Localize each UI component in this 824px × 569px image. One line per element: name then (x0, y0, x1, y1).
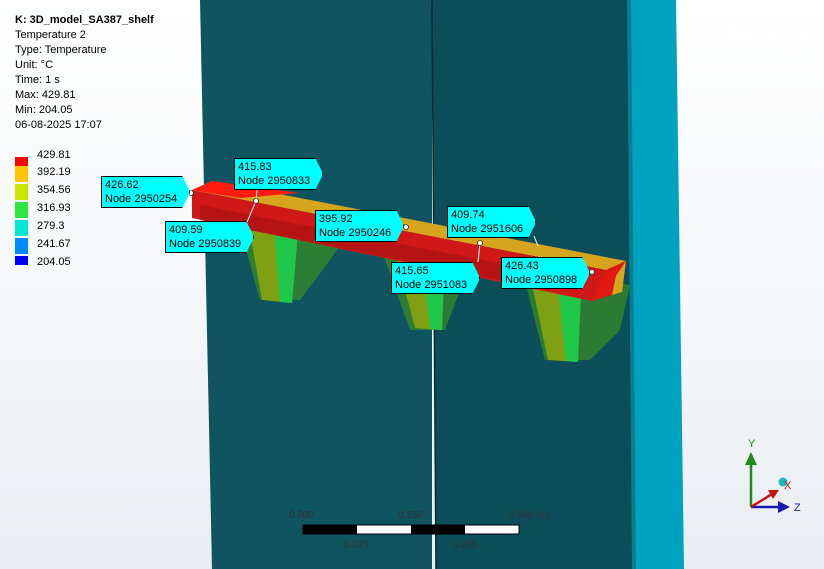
probe-label[interactable]: 395.92 Node 2950246 (315, 210, 404, 242)
wall-side-face (630, 0, 684, 569)
result-name: Temperature 2 (15, 29, 86, 41)
legend-swatch (15, 256, 28, 265)
probe-value: 426.62 (105, 179, 139, 191)
brand-name: Ansys (721, 17, 817, 54)
legend-label: 429.81 (37, 149, 71, 161)
legend-label: 354.56 (37, 184, 71, 196)
probe-value: 409.59 (169, 224, 203, 236)
legend-label: 204.05 (37, 256, 71, 268)
scale-label: 0.000 (289, 510, 315, 521)
result-timestamp: 06-08-2025 17:07 (15, 119, 102, 131)
legend-row: 241.67 (15, 238, 135, 257)
legend-label: 316.93 (37, 202, 71, 214)
legend-row: 279.3 (15, 220, 135, 239)
legend-swatch (15, 166, 28, 182)
probe-node: Node 2951083 (395, 279, 468, 291)
probe-value: 409.74 (451, 209, 485, 221)
probe-node: Node 2950246 (319, 227, 392, 239)
scale-label: 0.225 (452, 540, 478, 551)
legend-label: 392.19 (37, 166, 71, 178)
probe-value: 426.43 (505, 260, 539, 272)
legend-row: 429.81 (15, 149, 135, 167)
legend-swatch (15, 202, 28, 218)
scale-bar (302, 524, 520, 535)
scale-label: 0.150 (398, 510, 424, 521)
result-time: Time: 1 s (15, 74, 60, 86)
probe-node: Node 2950254 (105, 193, 178, 205)
result-unit: Unit: °C (15, 59, 54, 71)
legend-swatch (15, 157, 28, 166)
legend-label: 279.3 (37, 220, 65, 232)
legend-swatch (15, 220, 28, 236)
result-max: Max: 429.81 (15, 89, 76, 101)
probe-value: 415.65 (395, 265, 429, 277)
probe-value: 415.83 (238, 161, 272, 173)
y-axis-label: Y (748, 438, 756, 450)
probe-node: Node 2950839 (169, 238, 242, 250)
model-title: K: 3D_model_SA387_shelf (15, 14, 154, 26)
probe-node: Node 2951606 (451, 223, 524, 235)
scale-label: 0.300 (m) (508, 510, 551, 521)
probe-label[interactable]: 415.65 Node 2951083 (391, 262, 480, 294)
legend-swatch (15, 238, 28, 254)
probe-label[interactable]: 426.43 Node 2950898 (501, 257, 590, 289)
legend-row: 204.05 (15, 256, 135, 275)
probe-label[interactable]: 409.59 Node 2950839 (165, 221, 254, 253)
probe-value: 395.92 (319, 213, 353, 225)
legend-swatch (15, 184, 28, 200)
z-axis-label: Z (794, 502, 801, 514)
result-type: Type: Temperature (15, 44, 107, 56)
result-info-panel: K: 3D_model_SA387_shelf Temperature 2 Ty… (15, 13, 154, 133)
x-axis-label: X (784, 480, 792, 492)
legend-label: 241.67 (37, 238, 71, 250)
probe-node: Node 2950898 (505, 274, 578, 286)
ansys-logo: Ansys 2024 R1 (721, 17, 817, 74)
probe-label[interactable]: 409.74 Node 2951606 (447, 206, 536, 238)
result-min: Min: 204.05 (15, 104, 73, 116)
brand-version: 2024 R1 (755, 55, 817, 72)
scale-label: 0.075 (344, 540, 370, 551)
probe-label[interactable]: 426.62 Node 2950254 (101, 176, 190, 208)
probe-label[interactable]: 415.83 Node 2950833 (234, 158, 323, 190)
probe-node: Node 2950833 (238, 175, 311, 187)
